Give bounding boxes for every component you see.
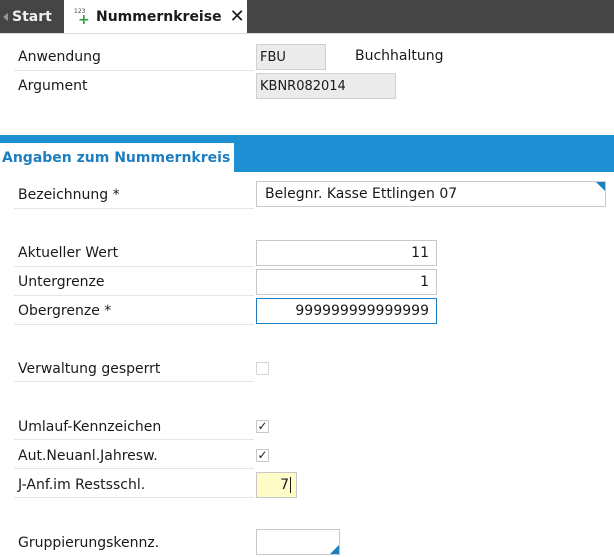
section-title[interactable]: Angaben zum Nummernkreis (0, 143, 234, 173)
anwendung-label: Anwendung (18, 49, 101, 65)
janf-restschluessel-label: J-Anf.im Restsschl. (18, 477, 146, 493)
janf-restschluessel-value: 7 (280, 477, 289, 493)
chevron-left-icon (3, 12, 8, 21)
untergrenze-label: Untergrenze (18, 274, 105, 290)
argument-field: KBNR082014 (256, 73, 396, 99)
close-icon[interactable]: ✕ (230, 8, 245, 26)
umlauf-kennzeichen-checkbox[interactable] (256, 420, 269, 433)
untergrenze-value: 1 (420, 274, 429, 290)
row-divider (14, 439, 254, 440)
tab-start-label: Start (12, 8, 52, 25)
row-divider (14, 324, 254, 325)
text-cursor (290, 477, 291, 493)
bezeichnung-field[interactable]: Belegnr. Kasse Ettlingen 07 (256, 181, 606, 207)
icon-plus-text: + (78, 12, 90, 28)
number-range-add-icon: 123 + (74, 8, 90, 28)
dropdown-corner-icon (596, 182, 605, 191)
dropdown-corner-icon (330, 545, 339, 554)
bezeichnung-value: Belegnr. Kasse Ettlingen 07 (265, 186, 458, 202)
row-divider (14, 295, 254, 296)
verwaltung-gesperrt-checkbox[interactable] (256, 362, 269, 375)
row-divider (14, 266, 254, 267)
divider (0, 33, 614, 34)
tab-nummernkreise-label: Nummernkreise (96, 9, 222, 25)
umlauf-kennzeichen-label: Umlauf-Kennzeichen (18, 419, 162, 435)
anwendung-description: Buchhaltung (355, 48, 444, 64)
row-divider (14, 70, 254, 71)
tab-bar: Start 123 + Nummernkreise ✕ (0, 0, 614, 34)
verwaltung-gesperrt-label: Verwaltung gesperrt (18, 361, 161, 377)
tab-nummernkreise[interactable]: 123 + Nummernkreise ✕ (64, 0, 247, 34)
tab-start[interactable]: Start (0, 0, 63, 33)
neuanlage-jahreswechsel-checkbox[interactable] (256, 449, 269, 462)
untergrenze-field[interactable]: 1 (256, 269, 437, 295)
row-divider (14, 497, 254, 498)
bezeichnung-label: Bezeichnung * (18, 187, 120, 203)
row-divider (14, 468, 254, 469)
aktueller-wert-label: Aktueller Wert (18, 245, 119, 261)
argument-label: Argument (18, 78, 88, 94)
obergrenze-label: Obergrenze * (18, 303, 112, 319)
obergrenze-field[interactable]: 999999999999999 (256, 298, 437, 324)
obergrenze-value: 999999999999999 (295, 303, 429, 319)
gruppierungskennz-field[interactable] (256, 529, 340, 555)
aktueller-wert-field[interactable]: 11 (256, 240, 437, 266)
aktueller-wert-value: 11 (411, 245, 429, 261)
gruppierungskennz-label: Gruppierungskennz. (18, 535, 160, 551)
row-divider (14, 208, 254, 209)
janf-restschluessel-field[interactable]: 7 (256, 472, 297, 498)
row-divider (14, 381, 254, 382)
anwendung-field: FBU (256, 44, 326, 70)
neuanlage-jahreswechsel-label: Aut.Neuanl.Jahresw. (18, 448, 158, 464)
